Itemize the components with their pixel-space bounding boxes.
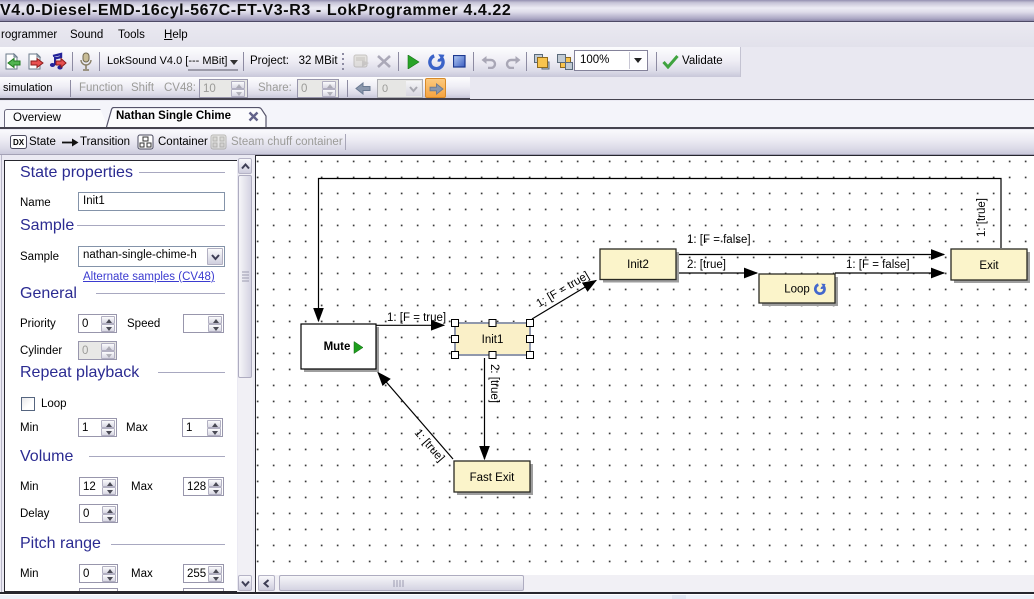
svg-text:Exit: Exit (979, 260, 999, 272)
svg-text:Init2: Init2 (627, 259, 649, 271)
svg-text:Loop: Loop (784, 284, 810, 296)
svg-text:2: [true]: 2: [true] (687, 259, 726, 271)
svg-text:1: [true]: 1: [true] (976, 198, 988, 237)
svg-text:1: [F = true]: 1: [F = true] (387, 312, 446, 324)
svg-text:1: [F = false]: 1: [F = false] (687, 234, 751, 246)
svg-text:DX: DX (13, 138, 25, 147)
svg-text:Init1: Init1 (482, 334, 504, 346)
svg-text:Mute: Mute (324, 341, 351, 353)
svg-text:Fast Exit: Fast Exit (470, 472, 516, 484)
svg-text:1: [F = false]: 1: [F = false] (846, 259, 910, 271)
svg-text:2: [true]: 2: [true] (488, 364, 500, 403)
